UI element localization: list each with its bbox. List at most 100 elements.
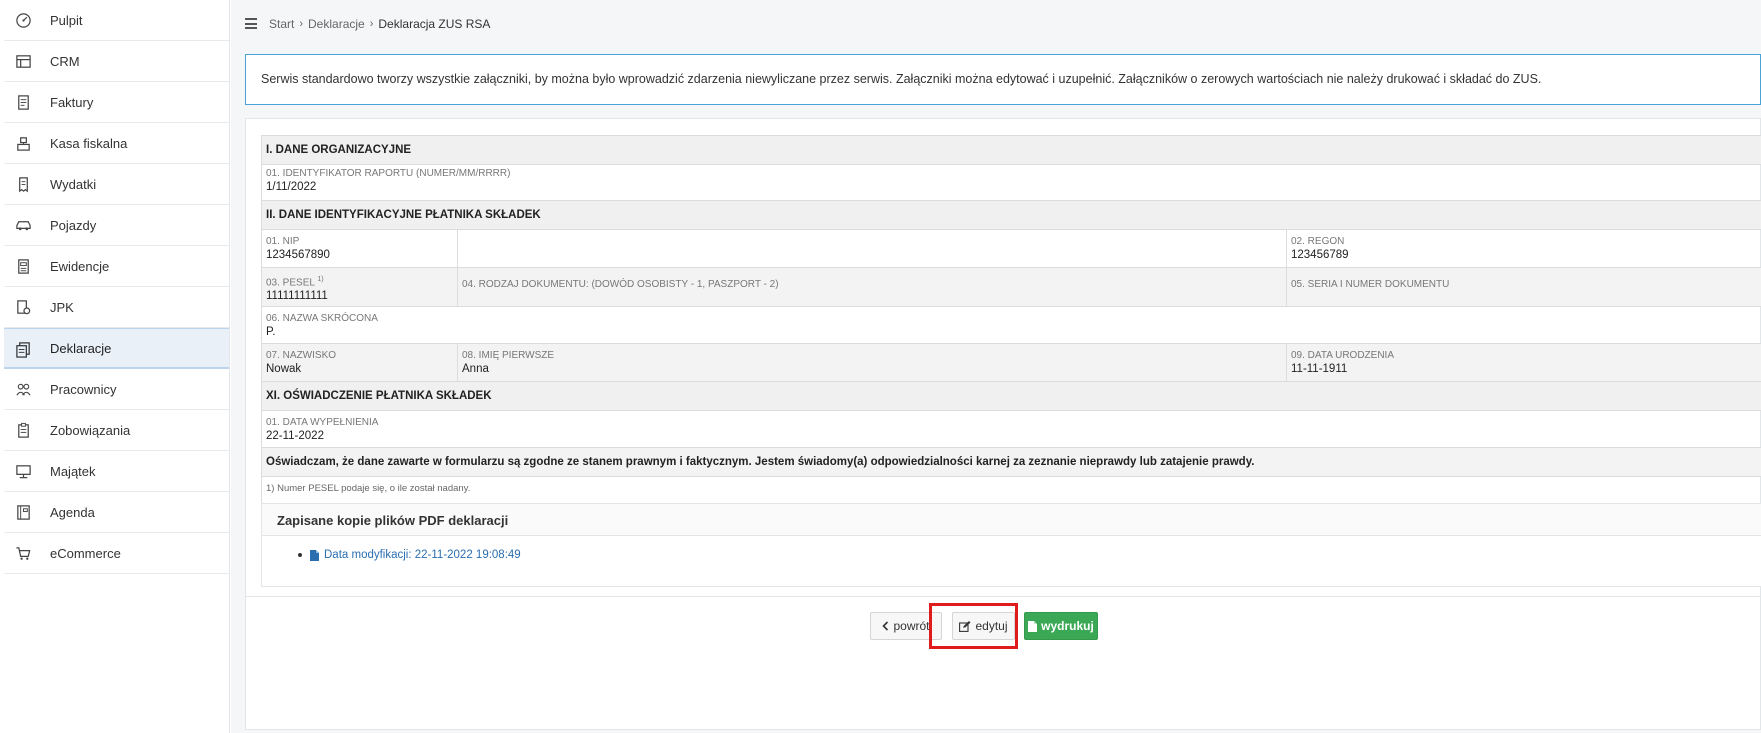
field-value: 11111111111 [266, 290, 328, 303]
sidebar-item-label: eCommerce [50, 545, 121, 561]
chevron-right-icon: › [299, 18, 304, 30]
edit-button-label: edytuj [975, 619, 1008, 633]
edit-icon [959, 620, 971, 632]
sidebar-item-label: Wydatki [50, 176, 97, 192]
sidebar-item-majatek[interactable]: Majątek [4, 451, 229, 492]
surname-cell: 07. NAZWISKO Nowak [261, 343, 458, 383]
sidebar-item-label: Pojazdy [50, 217, 97, 233]
field-label: 08. IMIĘ PIERWSZE [462, 350, 555, 362]
short-name-cell: 06. NAZWA SKRÓCONA P. [260, 306, 1761, 345]
sidebar-item-label: Faktury [50, 94, 94, 110]
divider [246, 596, 1761, 597]
sidebar-item-label: Zobowiązania [50, 422, 131, 438]
sidebar-item-ewidencje[interactable]: Ewidencje [4, 246, 229, 287]
report-id-cell: 01. IDENTYFIKATOR RAPORTU (NUMER/MM/RRRR… [260, 164, 1761, 201]
sidebar-item-label: Agenda [50, 504, 95, 520]
info-text: Serwis standardowo tworzy wszystkie załą… [261, 72, 1542, 86]
declaration-statement: Oświadczam, że dane zawarte w formularzu… [260, 447, 1761, 478]
dashboard-icon [14, 11, 32, 29]
declaration-panel: I. DANE ORGANIZACYJNE 01. IDENTYFIKATOR … [245, 118, 1761, 730]
field-label: 01. DATA WYPEŁNIENIA [266, 417, 379, 429]
sidebar-item-kasa-fiskalna[interactable]: Kasa fiskalna [4, 123, 229, 164]
chevron-left-icon [882, 621, 889, 631]
file-icon [310, 549, 319, 561]
field-label: 07. NAZWISKO [266, 350, 337, 362]
section-heading: XI. OŚWIADCZENIE PŁATNIKA SKŁADEK [260, 381, 1761, 412]
field-label: 09. DATA URODZENIA [1291, 350, 1394, 362]
sidebar-item-jpk[interactable]: JPK [4, 287, 229, 328]
declaration-table: I. DANE ORGANIZACYJNE 01. IDENTYFIKATOR … [260, 135, 1761, 505]
jpk-icon [14, 298, 32, 316]
sidebar-item-agenda[interactable]: Agenda [4, 492, 229, 533]
hamburger-menu-icon[interactable] [245, 18, 257, 29]
regon-cell: 02. REGON 123456789 [1285, 229, 1761, 268]
footnote: 1) Numer PESEL podaje się, o ile został … [260, 476, 1761, 505]
sidebar-item-ecommerce[interactable]: eCommerce [4, 533, 229, 574]
declaration-icon [14, 340, 32, 358]
sidebar-item-faktury[interactable]: Faktury [4, 82, 229, 123]
sidebar-item-label: Deklaracje [50, 340, 112, 356]
pdf-copies-title: Zapisane kopie plików PDF deklaracji [277, 513, 509, 528]
print-button[interactable]: wydrukuj [1024, 612, 1098, 640]
cart-icon [14, 544, 32, 562]
top-bar: Start › Deklaracje › Deklaracja ZUS RSA [231, 0, 1761, 48]
pdf-copies-box: Zapisane kopie plików PDF deklaracji Dat… [261, 503, 1761, 587]
empty-cell [457, 229, 1287, 268]
receipt-icon [14, 175, 32, 193]
sidebar-item-label: Pracownicy [50, 381, 117, 397]
zus-rsa-form: I. DANE ORGANIZACYJNE 01. IDENTYFIKATOR … [260, 135, 1761, 505]
main-content: Start › Deklaracje › Deklaracja ZUS RSA … [231, 0, 1761, 733]
field-value: 11-11-1911 [1291, 363, 1348, 376]
sidebar-item-label: Kasa fiskalna [50, 135, 128, 151]
field-value: Nowak [266, 363, 302, 376]
breadcrumb-start[interactable]: Start [269, 17, 294, 31]
sidebar-item-crm[interactable]: CRM [4, 41, 229, 82]
chevron-right-icon: › [369, 18, 374, 30]
agenda-icon [14, 503, 32, 521]
field-label: 05. SERIA I NUMER DOKUMENTU [1291, 279, 1450, 290]
doc-series-cell: 05. SERIA I NUMER DOKUMENTU [1285, 266, 1761, 308]
bullet [298, 553, 302, 557]
sidebar-item-pracownicy[interactable]: Pracownicy [4, 369, 229, 410]
assets-icon [14, 462, 32, 480]
sidebar-item-label: Ewidencje [50, 258, 110, 274]
back-button[interactable]: powrót [870, 612, 942, 640]
pdf-copy-link[interactable]: Data modyfikacji: 22-11-2022 19:08:49 [298, 549, 521, 561]
pesel-cell: 03. PESEL 1) 11111111111 [261, 266, 458, 308]
employees-icon [14, 380, 32, 398]
breadcrumb: Start › Deklaracje › Deklaracja ZUS RSA [269, 17, 490, 31]
ledger-icon [14, 257, 32, 275]
sidebar-item-pojazdy[interactable]: Pojazdy [4, 205, 229, 246]
file-icon [1028, 620, 1038, 632]
action-buttons: powrót edytuj wydrukuj [246, 612, 1761, 640]
breadcrumb-declarations[interactable]: Deklaracje [308, 17, 365, 31]
field-label: 02. REGON [1291, 236, 1345, 247]
pdf-copies-header: Zapisane kopie plików PDF deklaracji [262, 504, 1761, 536]
sidebar-item-zobowiazania[interactable]: Zobowiązania [4, 410, 229, 451]
cash-register-icon [14, 134, 32, 152]
sidebar-item-deklaracje[interactable]: Deklaracje [4, 328, 229, 369]
field-value: 22-11-2022 [266, 430, 324, 443]
sidebar-item-pulpit[interactable]: Pulpit [4, 0, 229, 41]
crm-icon [14, 52, 32, 70]
field-label: 01. NIP [266, 236, 300, 247]
edit-button[interactable]: edytuj [952, 612, 1015, 640]
sidebar-item-wydatki[interactable]: Wydatki [4, 164, 229, 205]
sidebar-item-label: Pulpit [50, 12, 83, 28]
field-value: 1/11/2022 [266, 181, 317, 193]
footnote-marker: 1) [317, 276, 324, 283]
firstname-cell: 08. IMIĘ PIERWSZE Anna [457, 343, 1287, 383]
field-value: P. [266, 326, 276, 339]
sidebar-item-label: CRM [50, 53, 80, 69]
nip-cell: 01. NIP 1234567890 [261, 229, 458, 268]
print-button-label: wydrukuj [1041, 619, 1094, 633]
sidebar-item-label: Majątek [50, 463, 96, 479]
pdf-copy-label: Data modyfikacji: 22-11-2022 19:08:49 [324, 549, 521, 561]
car-icon [14, 216, 32, 234]
sidebar: Pulpit CRM Faktury Kasa fiskalna Wydatki… [4, 0, 230, 733]
section-heading: II. DANE IDENTYFIKACYJNE PŁATNIKA SKŁADE… [260, 200, 1761, 230]
liabilities-icon [14, 421, 32, 439]
field-label: 06. NAZWA SKRÓCONA [266, 313, 378, 325]
field-label: 03. PESEL 1) [266, 274, 453, 289]
back-button-label: powrót [893, 619, 930, 633]
